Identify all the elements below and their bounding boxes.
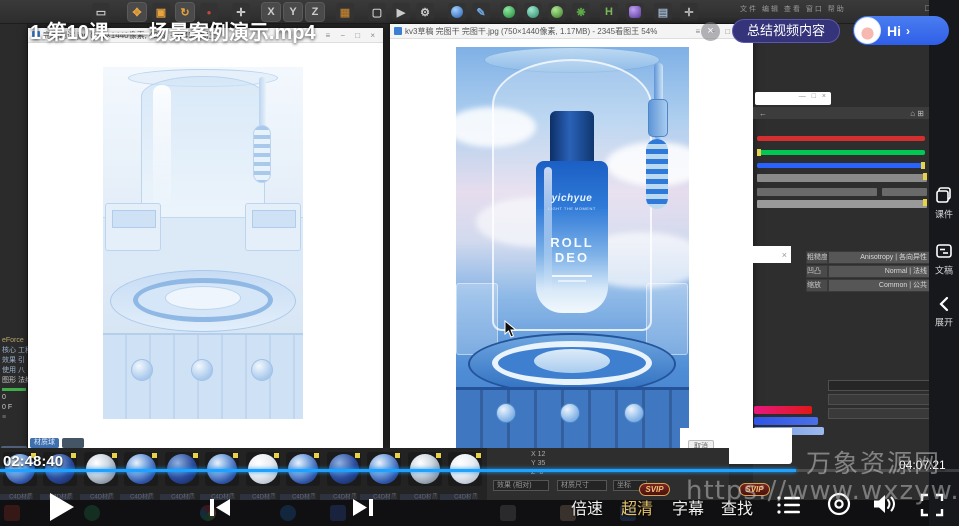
screen: ▭ ✥ ▣ ↻ ● ✛ X Y Z ▦ ▢ ▶ ⚙ ✎ ❋ H ▤ ✛ 文件 编… — [0, 0, 959, 526]
size-dropdown[interactable]: 材质尺寸 — [557, 480, 607, 491]
taskbar-app-icon[interactable] — [4, 505, 20, 521]
material-channel-row[interactable]: 缩放 Common | 公共 — [806, 279, 930, 292]
add-icon[interactable]: ✛ — [680, 3, 698, 21]
right-image-canvas[interactable]: yichyue LIGHT THE MOMENT ROLL DEO — [390, 39, 753, 448]
right-window-title: kv3草稿 完图干 完图干.jpg (750×1440像素, 1.17MB) -… — [405, 26, 695, 37]
next-episode-button[interactable] — [351, 497, 375, 518]
record-screen-icon[interactable] — [826, 491, 852, 517]
left-image-canvas[interactable] — [28, 43, 383, 450]
transcript-icon — [935, 242, 953, 260]
chevron-right-icon: › — [906, 24, 910, 38]
material-tab[interactable]: 材质球 — [30, 438, 59, 448]
pen-icon[interactable]: ✎ — [472, 3, 490, 21]
bottle-product-name: ROLL DEO — [536, 235, 608, 265]
small-popup[interactable]: × — [735, 246, 791, 263]
tracer-icon[interactable]: H — [600, 3, 618, 21]
coord-x: X 12 — [531, 450, 545, 459]
effect-dropdown[interactable]: 效果 (相对) — [493, 480, 549, 491]
cube-icon[interactable] — [448, 3, 466, 21]
video-title: 1.第10课——场景案例演示.mp4 — [30, 16, 316, 45]
speed-button[interactable]: 倍速 — [571, 495, 603, 519]
timeline-track-gray3[interactable] — [882, 188, 927, 196]
fullscreen-icon[interactable] — [920, 493, 944, 517]
os-taskbar — [0, 500, 959, 526]
close-icon[interactable]: × — [782, 250, 787, 260]
c4d-menubar: 文件 编辑 查看 窗口 帮助 — [740, 4, 846, 14]
render-view-icon[interactable]: ▢ — [368, 3, 386, 21]
panel-icons[interactable]: ⌂ ⊞ — [910, 109, 924, 118]
floating-palette-titlebar[interactable]: — □ × — [755, 92, 831, 105]
progress-played — [0, 469, 796, 472]
scene-render-empty — [103, 67, 303, 419]
gradient-ramp-red[interactable] — [754, 406, 812, 414]
grid-array-icon[interactable]: ▤ — [654, 3, 672, 21]
attribute-list: eForce 核心 工程 效果 引 使用 八 图形 法线 0 0 F ≡ — [2, 336, 28, 423]
chevron-left-icon — [937, 296, 951, 312]
left-window-controls[interactable]: ≡ − □ × — [325, 31, 379, 40]
bottle-brand-sub: LIGHT THE MOMENT — [536, 206, 608, 211]
ai-assistant-button[interactable]: Hi › — [853, 16, 949, 45]
quality-button[interactable]: 超清 — [621, 495, 653, 519]
mograph-icon[interactable] — [500, 3, 518, 21]
timeline-track-blue[interactable] — [757, 163, 925, 168]
timeline-track-green[interactable] — [757, 150, 925, 155]
progress-bar[interactable] — [0, 469, 959, 472]
coord-y: Y 35 — [531, 459, 545, 468]
sidebar-item-transcript[interactable]: 文稿 — [929, 242, 959, 277]
taskbar-app-icon[interactable] — [330, 505, 346, 521]
gradient-ramp-blue[interactable] — [754, 417, 818, 425]
coords-system-icon[interactable]: ▦ — [336, 3, 354, 21]
total-duration: 04:07:21 — [899, 458, 946, 472]
file-icon — [394, 27, 402, 35]
find-button[interactable]: 查找 — [721, 495, 753, 519]
console-left — [105, 203, 161, 251]
summarize-video-button[interactable]: 总结视频内容 — [732, 19, 840, 43]
taskbar-app-icon[interactable] — [500, 505, 516, 521]
amethyst-icon[interactable] — [626, 3, 644, 21]
timeline-track-gray4[interactable] — [757, 200, 927, 208]
taskbar-app-icon[interactable] — [280, 505, 296, 521]
current-time: 02:48:40 — [3, 453, 63, 470]
bottle-cap — [550, 111, 594, 165]
material-channel-row[interactable]: 粗糙度 Anisotropy | 各向异性 — [806, 251, 930, 264]
courseware-icon — [935, 186, 953, 204]
timeline-track-gray[interactable] — [757, 174, 927, 182]
play-button[interactable] — [46, 492, 76, 522]
volume-icon[interactable] — [872, 492, 898, 516]
subtitle-button[interactable]: 字幕 — [672, 495, 704, 519]
assistant-label: Hi — [887, 23, 901, 39]
playlist-icon[interactable] — [776, 494, 802, 516]
scene-render-bottle: yichyue LIGHT THE MOMENT ROLL DEO — [456, 47, 689, 448]
render-settings-icon[interactable]: ⚙ — [416, 3, 434, 21]
image-viewer-right: kv3草稿 完图干 完图干.jpg (750×1440像素, 1.17MB) -… — [390, 24, 753, 448]
overlay-close-button[interactable]: × — [701, 22, 720, 41]
timeline-track-red[interactable] — [757, 136, 925, 141]
sidebar-item-expand[interactable]: 展开 — [929, 296, 959, 329]
material-tab-2[interactable] — [62, 438, 84, 448]
assistant-avatar — [854, 17, 881, 44]
material-manager-tabs: 材质球 — [30, 438, 84, 448]
simulate-icon[interactable]: ❋ — [572, 3, 590, 21]
svip-badge: SVIP — [639, 483, 670, 496]
bottle-brand: yichyue — [536, 193, 608, 204]
field-icon[interactable] — [524, 3, 542, 21]
player-sidebar: 课件 文稿 展开 — [929, 0, 959, 526]
material-channel-row[interactable]: 凹凸 Normal | 法线 — [806, 265, 930, 278]
timeline-toolbar: ← ⌂ ⊞ — [753, 107, 930, 119]
progress-green-bar — [2, 388, 26, 391]
render-icon[interactable]: ▶ — [392, 3, 410, 21]
console-right — [245, 203, 301, 251]
timeline-track-gray2[interactable] — [757, 188, 877, 196]
coil-tube — [646, 139, 668, 209]
volume-builder-icon[interactable] — [548, 3, 566, 21]
coil-tube — [253, 125, 271, 183]
coordinates-panel: X 12 Y 35 Z -0 效果 (相对) 材质尺寸 坐标 — [487, 448, 729, 500]
right-window-titlebar[interactable]: kv3草稿 完图干 完图干.jpg (750×1440像素, 1.17MB) -… — [390, 24, 753, 39]
back-icon[interactable]: ← — [759, 109, 767, 118]
sidebar-item-courseware[interactable]: 课件 — [929, 186, 959, 221]
taskbar-app-icon[interactable] — [84, 505, 100, 521]
previous-episode-button[interactable] — [208, 497, 232, 518]
image-viewer-left: 完图测试.jpg (750×1440像素, 42%) - 2345看图王 ≡ −… — [28, 28, 383, 450]
